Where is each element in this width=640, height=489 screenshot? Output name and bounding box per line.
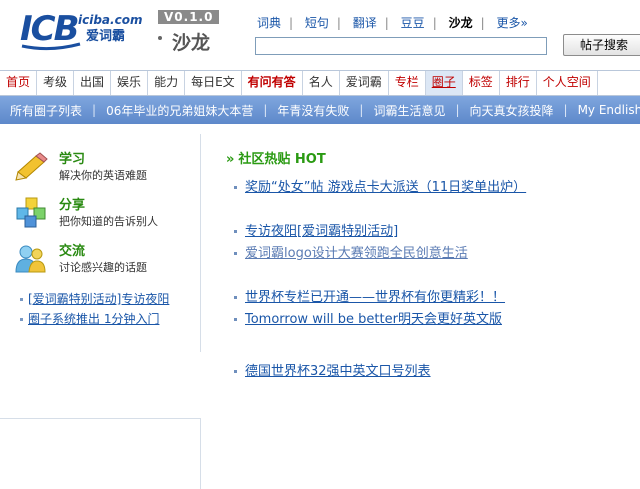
feature-learn-desc: 解决你的英语难题 bbox=[59, 169, 147, 182]
bullet-icon bbox=[234, 370, 237, 373]
tab-qa[interactable]: 有问有答 bbox=[242, 71, 303, 95]
hot-posts: » 社区热贴 HOT 奖励“处女”帖 游戏点卡大派送（11日奖单出炉） 专访夜阳[… bbox=[226, 148, 626, 379]
bullet-icon bbox=[234, 230, 237, 233]
sidebar-links: [爱词霸特别活动]专访夜阳 圈子系统推出 1分钟入门 bbox=[20, 289, 169, 329]
tab-ability[interactable]: 能力 bbox=[148, 71, 186, 95]
pencil-icon bbox=[14, 150, 48, 182]
circle-subnav: 所有圈子列表 | 06年毕业的兄弟姐妹大本营 | 年青没有失败 | 词霸生活意见 | 向… bbox=[0, 96, 640, 124]
topnav-dictionary[interactable]: 词典 bbox=[257, 16, 281, 30]
sidebar-link-circle-intro[interactable]: 圈子系统推出 1分钟入门 bbox=[20, 309, 169, 329]
double-chevron-icon: » bbox=[226, 152, 235, 167]
tab-ranking[interactable]: 排行 bbox=[500, 71, 537, 95]
subnav-all-circles[interactable]: 所有圈子列表 bbox=[0, 102, 92, 119]
topnav-more[interactable]: 更多» bbox=[496, 16, 527, 30]
bullet-icon bbox=[234, 252, 237, 255]
tab-circles[interactable]: 圈子 bbox=[425, 71, 463, 95]
tab-celebrities[interactable]: 名人 bbox=[303, 71, 340, 95]
topnav-sentences[interactable]: 短句 bbox=[305, 16, 329, 30]
people-icon bbox=[14, 242, 48, 274]
tab-home[interactable]: 首页 bbox=[0, 71, 38, 95]
bullet-icon bbox=[234, 318, 237, 321]
tab-iciba[interactable]: 爱词霸 bbox=[340, 71, 389, 95]
feature-learn: 学习 解决你的英语难题 bbox=[14, 148, 194, 188]
tab-tags[interactable]: 标签 bbox=[463, 71, 500, 95]
hot-post-1[interactable]: 奖励“处女”帖 游戏点卡大派送（11日奖单出炉） bbox=[234, 176, 526, 195]
sidebar: 学习 解决你的英语难题 分享 把你知道的告诉别人 交流 讨论感兴趣的话题 [爱词… bbox=[0, 134, 201, 352]
feature-share-desc: 把你知道的告诉别人 bbox=[59, 215, 158, 228]
top-navigation: 词典 | 短句 | 翻译 | 豆豆 | 沙龙 | 更多» bbox=[257, 16, 528, 30]
cubes-icon bbox=[14, 196, 48, 228]
hot-post-2[interactable]: 专访夜阳[爱词霸特别活动] bbox=[234, 220, 398, 239]
tab-abroad[interactable]: 出国 bbox=[74, 71, 112, 95]
bullet-icon bbox=[234, 296, 237, 299]
bullet-icon bbox=[234, 186, 237, 189]
feature-communicate-desc: 讨论感兴趣的话题 bbox=[59, 261, 147, 274]
subnav-circle-4[interactable]: 向天真女孩投降 bbox=[460, 102, 564, 119]
tab-daily-english[interactable]: 每日E文 bbox=[185, 71, 242, 95]
subnav-circle-5[interactable]: My Endlish bbox=[568, 103, 640, 117]
subnav-circle-2[interactable]: 年青没有失败 bbox=[267, 102, 359, 119]
site-name: 爱词霸 bbox=[86, 28, 125, 44]
feature-communicate: 交流 讨论感兴趣的话题 bbox=[14, 240, 194, 280]
tab-personal-space[interactable]: 个人空间 bbox=[537, 71, 598, 95]
subnav-circle-1[interactable]: 06年毕业的兄弟姐妹大本营 bbox=[96, 102, 263, 119]
feature-share-title: 分享 bbox=[59, 198, 86, 213]
hot-post-6[interactable]: 德国世界杯32强中英文口号列表 bbox=[234, 360, 431, 379]
topnav-salon[interactable]: 沙龙 bbox=[449, 16, 473, 30]
sidebar-lower-panel bbox=[0, 418, 201, 489]
topnav-translate[interactable]: 翻译 bbox=[353, 16, 377, 30]
bullet-icon bbox=[20, 318, 23, 321]
sidebar-link-interview[interactable]: [爱词霸特别活动]专访夜阳 bbox=[20, 289, 169, 309]
bullet-icon bbox=[20, 298, 23, 301]
hot-posts-title: » 社区热贴 HOT bbox=[226, 152, 326, 167]
iciba-logo[interactable]: ICB iciba.com 爱词霸 bbox=[20, 6, 150, 54]
section-dot bbox=[158, 36, 162, 40]
hot-post-5[interactable]: Tomorrow will be better明天会更好英文版 bbox=[234, 308, 502, 327]
feature-communicate-title: 交流 bbox=[59, 244, 86, 259]
subnav-circle-3[interactable]: 词霸生活意见 bbox=[363, 102, 455, 119]
category-tabs: 首页 考级 出国 娱乐 能力 每日E文 有问有答 名人 爱词霸 专栏 圈子 标签… bbox=[0, 70, 640, 96]
hot-post-4[interactable]: 世界杯专栏已开通——世界杯有你更精彩！！ bbox=[234, 286, 505, 305]
feature-share: 分享 把你知道的告诉别人 bbox=[14, 194, 194, 234]
hot-post-3[interactable]: 爱词霸logo设计大赛领跑全民创意生活 bbox=[234, 242, 468, 261]
tab-exams[interactable]: 考级 bbox=[37, 71, 75, 95]
post-search-button[interactable]: 帖子搜索 bbox=[563, 34, 640, 56]
search-input[interactable] bbox=[255, 37, 547, 55]
site-domain: iciba.com bbox=[78, 13, 142, 27]
tab-entertainment[interactable]: 娱乐 bbox=[111, 71, 149, 95]
section-title: 沙龙 bbox=[172, 32, 211, 54]
feature-learn-title: 学习 bbox=[59, 152, 86, 167]
version-badge: V0.1.0 bbox=[158, 10, 220, 24]
svg-text:ICB: ICB bbox=[20, 9, 78, 49]
topnav-doudou[interactable]: 豆豆 bbox=[401, 16, 425, 30]
tab-columns[interactable]: 专栏 bbox=[389, 71, 426, 95]
